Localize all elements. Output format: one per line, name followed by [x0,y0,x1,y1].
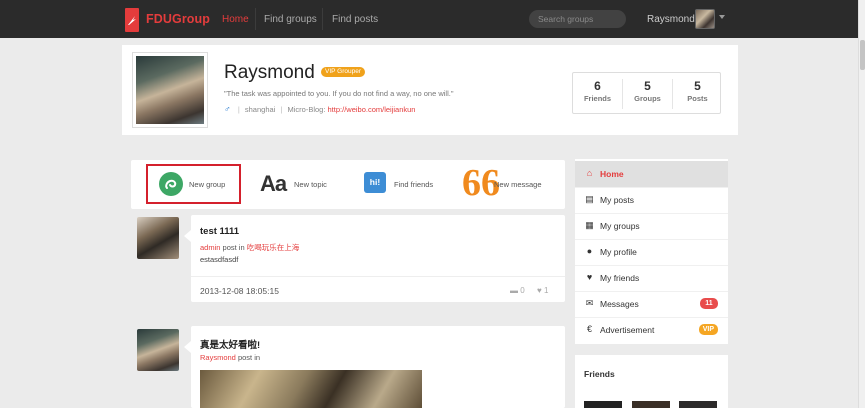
sidebar-item-home[interactable]: ⌂ Home [575,161,728,187]
post-date: 2013-12-08 18:05:15 [200,286,279,296]
post-author-link[interactable]: Raysmond [200,353,236,362]
friend-avatar[interactable] [584,401,622,408]
stat-friends-label: Friends [583,94,612,103]
post-body: estasdfasdf [200,255,239,264]
user-menu-name[interactable]: Raysmond [647,14,695,25]
post-meta: admin post in 吃喝玩乐在上海 [200,242,299,253]
sidebar-menu: ⌂ Home ▤ My posts ▦ My groups ● My profi… [575,159,728,344]
heart-icon: ♥ [537,286,542,295]
user-avatar[interactable] [695,9,715,29]
sidebar-item-my-profile[interactable]: ● My profile [575,239,728,265]
scrollbar-thumb[interactable] [860,40,865,70]
post-in-text: post in [237,353,261,362]
vip-badge: VIP Grouper [321,67,366,77]
post-title[interactable]: test 1111 [200,226,239,237]
stat-friends[interactable]: 6 Friends [573,79,622,103]
sidebar-item-label: Advertisement [600,325,655,335]
nav-divider [255,8,256,30]
profile-quote: "The task was appointed to you. If you d… [224,89,454,98]
stat-groups[interactable]: 5 Groups [623,79,672,103]
sidebar-item-label: Home [600,169,624,179]
nav-home[interactable]: Home [222,14,249,25]
home-icon: ⌂ [586,168,593,178]
top-navbar: FDUGroup Home Find groups Find posts Ray… [0,0,858,38]
new-message-button[interactable]: New message [494,180,542,189]
nav-find-posts[interactable]: Find posts [332,14,378,25]
search-input[interactable] [529,10,626,28]
profile-stats: 6 Friends 5 Groups 5 Posts [572,72,721,114]
sidebar-item-my-groups[interactable]: ▦ My groups [575,213,728,239]
post-author-avatar[interactable] [137,217,179,259]
comment-icon: ▬ [510,286,518,295]
stat-posts-value: 5 [694,79,701,93]
sidebar-item-my-friends[interactable]: ♥ My friends [575,265,728,291]
stat-groups-value: 5 [644,79,651,93]
friend-avatar[interactable] [632,401,670,408]
sidebar-item-label: My groups [600,221,640,231]
vip-badge: VIP [698,324,718,335]
new-topic-icon[interactable]: Aa [260,171,287,197]
friends-panel: Friends [575,355,728,408]
page-scrollbar[interactable] [858,0,865,408]
new-topic-button[interactable]: New topic [294,180,327,189]
post-title[interactable]: 真是太好看啦! [200,337,260,351]
stat-posts[interactable]: 5 Posts [673,79,722,103]
envelope-icon: ✉ [585,298,594,308]
blog-link[interactable]: http://weibo.com/leijiankun [328,105,416,114]
profile-photo[interactable] [132,52,208,128]
profile-meta: ♂ | shanghai | Micro-Blog: http://weibo.… [224,104,416,114]
friend-avatar[interactable] [679,401,717,408]
user-icon: ● [586,246,593,256]
find-friends-icon[interactable]: hi! [364,172,386,193]
sidebar-item-label: Messages [600,299,639,309]
brand-name[interactable]: FDUGroup [146,12,210,26]
profile-location: shanghai [244,105,276,114]
male-gender-icon: ♂ [224,104,231,114]
messages-count-badge: 11 [700,298,718,309]
chevron-down-icon[interactable] [719,15,725,19]
find-friends-button[interactable]: Find friends [394,180,433,189]
nav-find-groups[interactable]: Find groups [264,14,317,25]
new-group-label[interactable]: New group [189,180,225,189]
stat-friends-value: 6 [594,79,601,93]
sidebar-item-my-posts[interactable]: ▤ My posts [575,187,728,213]
post-author-link[interactable]: admin [200,243,220,252]
stat-posts-label: Posts [687,94,708,103]
post-author-avatar[interactable] [137,329,179,371]
posts-icon: ▤ [585,194,594,204]
logo-icon[interactable] [125,8,139,32]
heart-icon: ♥ [586,272,593,282]
post-group-link[interactable]: 吃喝玩乐在上海 [247,243,300,252]
sidebar-item-messages[interactable]: ✉ Messages 11 [575,291,728,317]
post-in-text: post in [222,243,245,252]
post-image[interactable] [200,370,422,408]
sidebar-item-advertisement[interactable]: € Advertisement VIP [575,317,728,343]
comments-count[interactable]: ▬ 0 [510,286,525,295]
sidebar-item-label: My profile [600,247,637,257]
new-group-icon [159,172,183,196]
sidebar-item-label: My posts [600,195,635,205]
friends-panel-title: Friends [584,369,615,379]
stat-groups-label: Groups [634,94,661,103]
blog-label: Micro-Blog: [287,105,326,114]
likes-count[interactable]: ♥ 1 [537,286,548,295]
groups-icon: ▦ [585,220,594,230]
nav-divider [322,8,323,30]
euro-icon: € [586,324,592,334]
post-meta: Raysmond post in [200,353,260,362]
profile-name: Raysmond [224,62,315,83]
sidebar-item-label: My friends [600,273,640,283]
